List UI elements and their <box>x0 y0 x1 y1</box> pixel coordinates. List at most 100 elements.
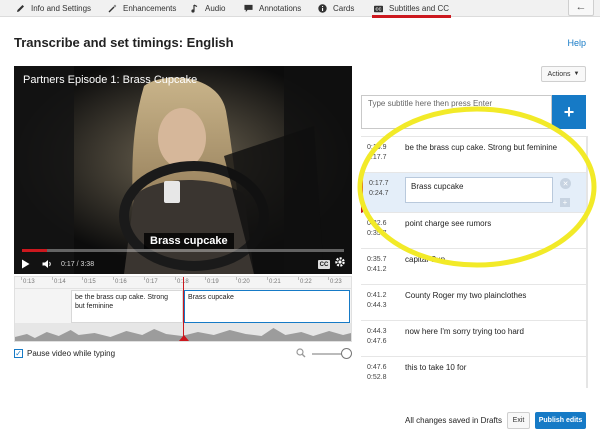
video-progress-bar[interactable] <box>22 249 344 252</box>
caption-start-time[interactable]: 0:41.2 <box>367 291 386 301</box>
caption-row[interactable]: 0:44.3 0:47.6 now here I'm sorry trying … <box>361 321 586 357</box>
timeline-cue-selected[interactable]: Brass cupcake <box>184 290 350 323</box>
play-icon[interactable] <box>21 259 30 269</box>
subtitle-timeline[interactable]: 0:130:140:150:160:170:180:190:200:210:22… <box>14 276 352 342</box>
tab-annotations[interactable]: Annotations <box>244 0 301 17</box>
caption-row[interactable]: 0:32.6 0:35.7 point charge see rumors <box>361 213 586 249</box>
music-note-icon <box>190 4 199 13</box>
tab-enhancements[interactable]: Enhancements <box>108 0 176 17</box>
caption-text[interactable]: now here I'm sorry trying too hard <box>405 326 567 337</box>
captions-toggle-button[interactable]: CC <box>318 260 330 269</box>
zoom-knob[interactable] <box>341 348 352 359</box>
timeline-tick-mark <box>52 277 53 280</box>
caption-edit-field[interactable]: Brass cupcake <box>405 177 553 203</box>
publish-edits-button[interactable]: Publish edits <box>535 412 586 429</box>
timeline-tick-label: 0:23 <box>330 279 342 285</box>
tab-subtitles-and-cc[interactable]: CC Subtitles and CC <box>371 0 452 18</box>
speech-bubble-icon <box>244 4 253 13</box>
back-button[interactable]: ← <box>568 0 594 16</box>
caption-text[interactable]: County Roger my two plainclothes <box>405 290 567 301</box>
save-status: All changes saved in Drafts <box>405 416 502 425</box>
tab-label: Enhancements <box>123 4 177 13</box>
caption-start-time[interactable]: 0:17.7 <box>369 179 388 189</box>
caption-row[interactable]: 0:47.6 0:52.8 this to take 10 for <box>361 357 586 388</box>
caption-start-time[interactable]: 0:15.9 <box>367 143 386 153</box>
timeline-tick-mark <box>82 277 83 280</box>
delete-caption-icon[interactable]: ✕ <box>560 178 571 189</box>
caption-start-time[interactable]: 0:32.6 <box>367 219 386 229</box>
caption-text[interactable]: be the brass cup cake. Strong but femini… <box>405 142 567 153</box>
video-progress-fill <box>22 249 48 252</box>
playhead-handle[interactable] <box>179 335 189 341</box>
caption-start-time[interactable]: 0:47.6 <box>367 363 386 373</box>
caption-text[interactable]: this to take 10 for <box>405 362 567 373</box>
caret-down-icon: ▼ <box>573 71 580 77</box>
timeline-tick-mark <box>205 277 206 280</box>
pause-label: Pause video while typing <box>27 349 116 358</box>
gear-icon[interactable] <box>334 256 346 271</box>
closed-captions-icon: CC <box>374 4 383 13</box>
magic-wand-icon <box>108 4 117 13</box>
caption-end-time[interactable]: 0:52.8 <box>367 373 386 383</box>
pause-checkbox[interactable]: ✓ <box>14 349 23 358</box>
video-title: Partners Episode 1: Brass Cupcake <box>23 74 198 86</box>
timeline-tick-label: 0:17 <box>146 279 158 285</box>
insert-caption-icon[interactable]: + <box>560 198 570 207</box>
zoom-search-icon <box>296 348 306 361</box>
tab-label: Audio <box>205 4 226 13</box>
caption-list-scrollbar[interactable] <box>586 136 588 388</box>
caption-start-time[interactable]: 0:35.7 <box>367 255 386 265</box>
caption-text[interactable]: point charge see rumors <box>405 218 567 229</box>
actions-dropdown-button[interactable]: Actions ▼ <box>541 66 586 82</box>
timeline-tick-mark <box>144 277 145 280</box>
caption-row-selected[interactable]: 0:17.7 0:24.7 Brass cupcake ✕ + <box>361 173 586 213</box>
timeline-zoom-slider[interactable] <box>296 347 356 361</box>
tab-info-and-settings[interactable]: Info and Settings <box>16 0 91 17</box>
timeline-tick-label: 0:20 <box>238 279 250 285</box>
timeline-tick-label: 0:15 <box>84 279 96 285</box>
caption-end-time[interactable]: 0:44.3 <box>367 301 386 311</box>
pause-while-typing-option[interactable]: ✓ Pause video while typing <box>14 349 115 358</box>
actions-label: Actions <box>547 70 571 78</box>
caption-end-time[interactable]: 0:24.7 <box>369 189 388 199</box>
video-controls: 0:17 / 3:38 <box>14 254 352 274</box>
timeline-tick-mark <box>328 277 329 280</box>
video-player[interactable]: Partners Episode 1: Brass Cupcake Brass … <box>14 66 352 274</box>
caption-row[interactable]: 0:15.9 0:17.7 be the brass cup cake. Str… <box>361 137 586 173</box>
help-link[interactable]: Help <box>567 38 586 48</box>
caption-row[interactable]: 0:41.2 0:44.3 County Roger my two plainc… <box>361 285 586 321</box>
timeline-tick-label: 0:21 <box>269 279 281 285</box>
pencil-icon <box>16 4 25 13</box>
caption-start-time[interactable]: 0:44.3 <box>367 327 386 337</box>
timeline-cue[interactable]: be the brass cup cake. Strong but femini… <box>71 290 183 323</box>
arrow-left-icon: ← <box>575 1 587 13</box>
editor-tab-bar: Info and Settings Enhancements Audio Ann… <box>0 0 600 18</box>
tab-label: Info and Settings <box>31 4 92 13</box>
info-circle-icon <box>318 4 327 13</box>
caption-end-time[interactable]: 0:47.6 <box>367 337 386 347</box>
subtitle-input[interactable] <box>362 96 551 128</box>
add-subtitle-button[interactable]: + <box>552 95 586 129</box>
caption-end-time[interactable]: 0:17.7 <box>367 153 386 163</box>
timeline-tick-label: 0:14 <box>54 279 66 285</box>
caption-times: 0:44.3 0:47.6 <box>367 327 386 347</box>
timeline-tick-label: 0:22 <box>300 279 312 285</box>
exit-button[interactable]: Exit <box>507 412 530 429</box>
caption-times: 0:15.9 0:17.7 <box>367 143 386 163</box>
caption-row[interactable]: 0:35.7 0:41.2 capital Cup <box>361 249 586 285</box>
tab-audio[interactable]: Audio <box>190 0 225 17</box>
caption-times: 0:32.6 0:35.7 <box>367 219 386 239</box>
timeline-playhead[interactable] <box>183 277 184 341</box>
volume-icon[interactable] <box>42 259 53 269</box>
caption-end-time[interactable]: 0:41.2 <box>367 265 386 275</box>
caption-list: 0:15.9 0:17.7 be the brass cup cake. Str… <box>361 136 586 388</box>
tab-cards[interactable]: Cards <box>318 0 354 17</box>
timeline-tick-mark <box>21 277 22 280</box>
timeline-tick-label: 0:19 <box>207 279 219 285</box>
tab-label: Subtitles and CC <box>389 4 450 13</box>
caption-end-time[interactable]: 0:35.7 <box>367 229 386 239</box>
caption-text[interactable]: capital Cup <box>405 254 567 265</box>
timeline-tick-mark <box>175 277 176 280</box>
timeline-tick-mark <box>298 277 299 280</box>
caption-times: 0:17.7 0:24.7 <box>369 179 388 199</box>
